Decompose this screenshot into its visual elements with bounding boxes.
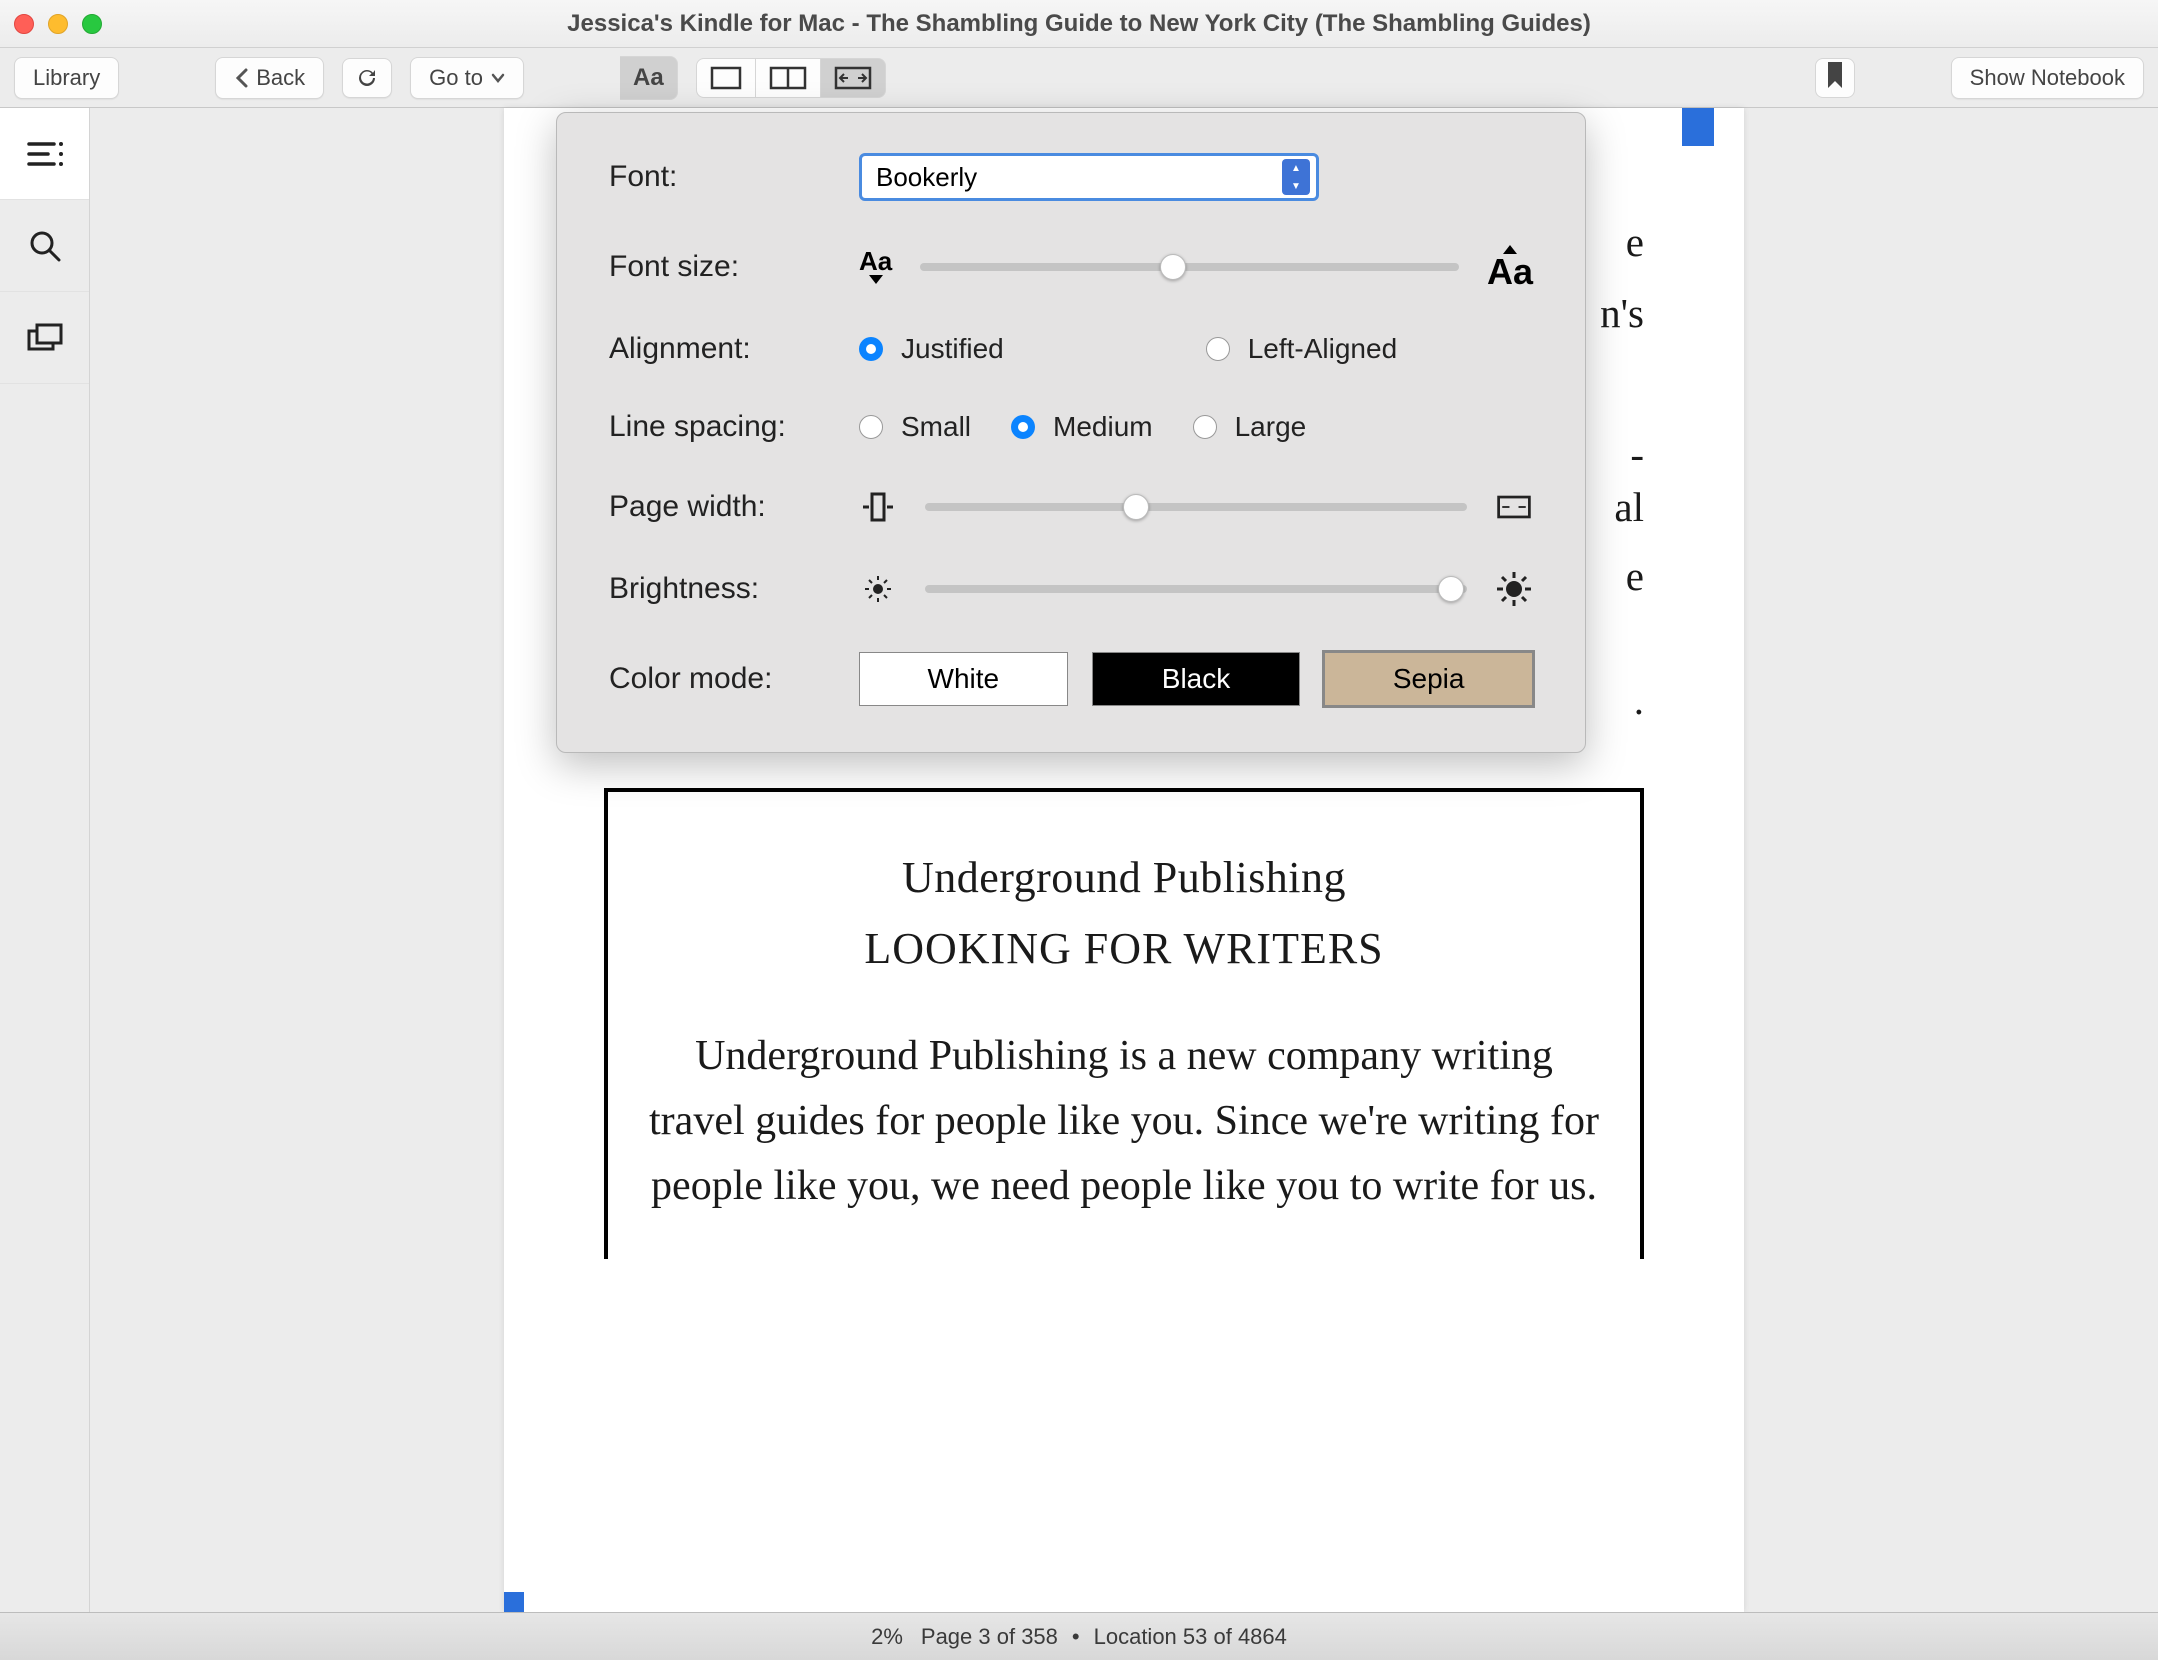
label-page-width: Page width: [609,490,859,524]
two-column-button[interactable] [756,58,821,98]
back-button[interactable]: Back [215,57,324,99]
line-spacing-medium[interactable]: Medium [1011,411,1153,443]
cards-icon [27,323,63,353]
brightness-thumb[interactable] [1438,576,1464,602]
chevron-left-icon [234,68,248,88]
select-stepper-icon: ▲▼ [1282,159,1310,195]
minimize-window[interactable] [48,14,68,34]
row-brightness: Brightness: [609,570,1533,608]
alignment-option-label: Justified [901,333,1004,365]
alignment-justified[interactable]: Justified [859,333,1004,365]
radio-icon [1206,337,1230,361]
font-size-small-icon: Aa [859,250,892,284]
brightness-slider[interactable] [925,585,1467,593]
color-mode-group: White Black Sepia [859,652,1533,706]
bookmark-icon [1826,62,1844,90]
chevron-down-icon [491,73,505,83]
row-alignment: Alignment: Justified Left-Aligned [609,332,1533,366]
font-size-thumb[interactable] [1160,254,1186,280]
single-column-button[interactable] [696,58,756,98]
radio-icon [1011,415,1035,439]
label-line-spacing: Line spacing: [609,410,859,444]
font-select[interactable]: Bookerly ▲▼ [859,153,1319,201]
titlebar: Jessica's Kindle for Mac - The Shambling… [0,0,2158,48]
font-size-large-icon: Aa [1487,245,1533,288]
statusbar: 2% Page 3 of 358 • Location 53 of 4864 [0,1612,2158,1660]
alignment-radio-group: Justified Left-Aligned [859,333,1533,365]
back-label: Back [256,65,305,91]
alignment-left[interactable]: Left-Aligned [1206,333,1397,365]
brightness-low-icon [859,570,897,608]
sync-button[interactable] [342,58,392,98]
line-spacing-option-label: Large [1235,411,1307,443]
search-icon [28,229,62,263]
row-color-mode: Color mode: White Black Sepia [609,652,1533,706]
line-spacing-option-label: Small [901,411,971,443]
display-settings-group: Aa [620,56,678,100]
radio-icon [859,415,883,439]
line-spacing-radio-group: Small Medium Large [859,411,1533,443]
status-location: Location 53 of 4864 [1094,1624,1287,1650]
display-settings-popover: Font: Bookerly ▲▼ Font size: Aa Aa Al [556,112,1586,753]
page-marker-top [1682,108,1714,146]
close-window[interactable] [14,14,34,34]
row-font-size: Font size: Aa Aa [609,245,1533,288]
row-font: Font: Bookerly ▲▼ [609,153,1533,201]
aa-icon: Aa [633,64,664,92]
status-page: Page 3 of 358 [921,1624,1058,1650]
font-selected-value: Bookerly [876,162,977,193]
label-font: Font: [609,160,859,194]
row-line-spacing: Line spacing: Small Medium Large [609,410,1533,444]
line-spacing-option-label: Medium [1053,411,1153,443]
line-spacing-small[interactable]: Small [859,411,971,443]
sidebar-flashcards[interactable] [0,292,89,384]
goto-label: Go to [429,65,483,91]
excerpt-title: Underground Publishing [648,852,1600,903]
zoom-window[interactable] [82,14,102,34]
font-size-slider[interactable] [920,263,1459,271]
color-mode-sepia[interactable]: Sepia [1324,652,1533,706]
show-notebook-button[interactable]: Show Notebook [1951,57,2144,99]
sidebar [0,108,90,1612]
label-brightness: Brightness: [609,572,859,606]
alignment-option-label: Left-Aligned [1248,333,1397,365]
color-mode-white[interactable]: White [859,652,1068,706]
sidebar-search[interactable] [0,200,89,292]
sidebar-toc[interactable] [0,108,89,200]
page-wide-icon [1495,488,1533,526]
page-width-thumb[interactable] [1123,494,1149,520]
font-settings-button[interactable]: Aa [620,56,678,100]
window-controls [14,14,102,34]
excerpt-body: Underground Publishing is a new company … [648,1024,1600,1219]
label-alignment: Alignment: [609,332,859,366]
radio-icon [1193,415,1217,439]
status-percent: 2% [871,1624,903,1650]
refresh-icon [355,66,379,90]
goto-button[interactable]: Go to [410,57,524,99]
layout-mode-group [696,58,886,98]
label-color-mode: Color mode: [609,662,859,696]
line-spacing-large[interactable]: Large [1193,411,1307,443]
fit-width-button[interactable] [821,58,886,98]
brightness-high-icon [1495,570,1533,608]
page-narrow-icon [859,488,897,526]
toolbar: Library Back Go to Aa [0,48,2158,108]
label-font-size: Font size: [609,250,859,284]
excerpt-subtitle: LOOKING FOR WRITERS [648,923,1600,974]
book-excerpt-frame: Underground Publishing LOOKING FOR WRITE… [604,788,1644,1259]
library-button[interactable]: Library [14,57,119,99]
status-sep: • [1072,1624,1080,1650]
window-title: Jessica's Kindle for Mac - The Shambling… [0,10,2158,38]
bookmark-button[interactable] [1815,58,1855,98]
color-mode-black[interactable]: Black [1092,652,1301,706]
radio-icon [859,337,883,361]
toc-icon [26,139,64,169]
row-page-width: Page width: [609,488,1533,526]
page-width-slider[interactable] [925,503,1467,511]
